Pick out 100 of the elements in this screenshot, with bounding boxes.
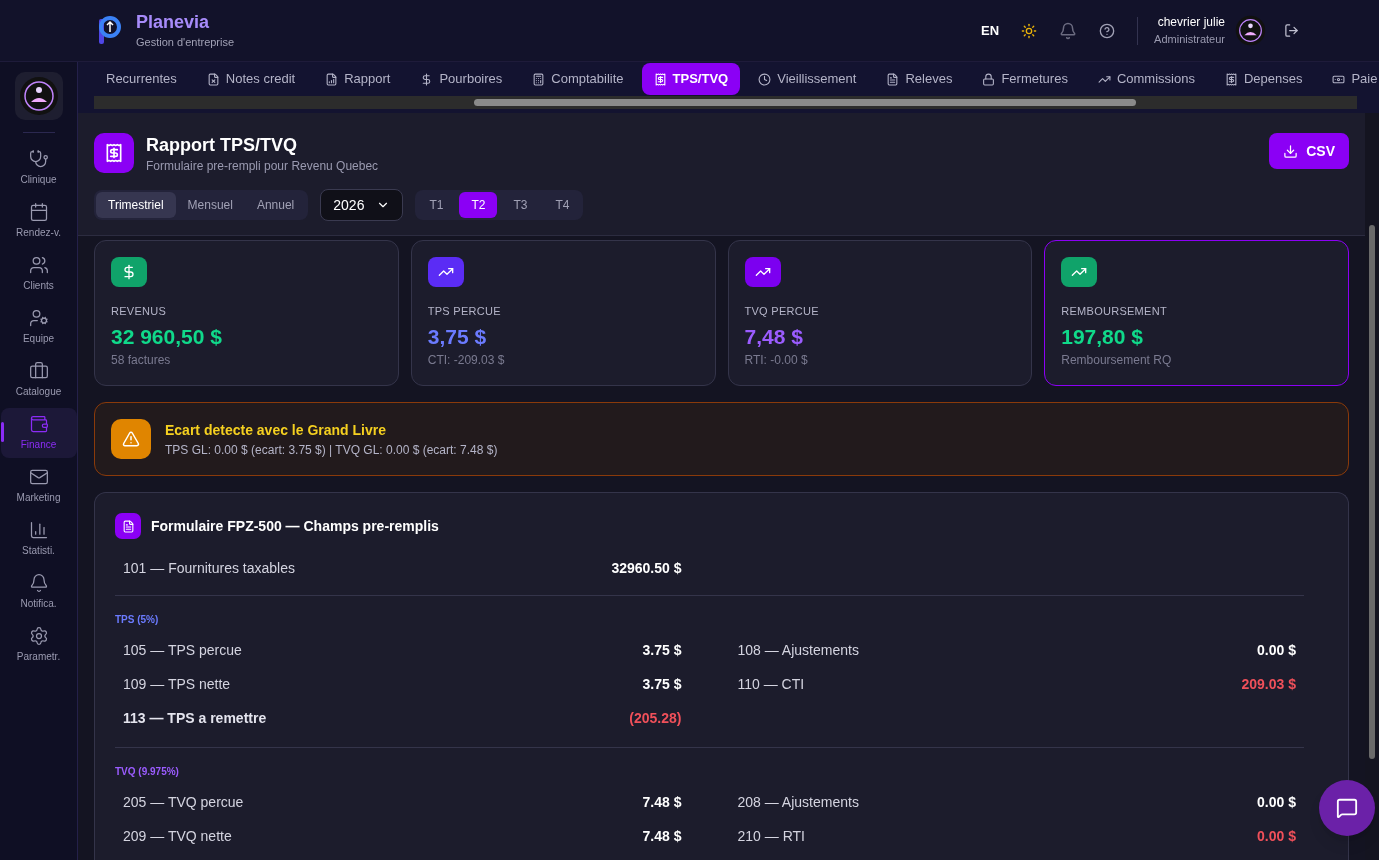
logo-icon: [96, 15, 122, 46]
notification-icon[interactable]: [1059, 21, 1078, 40]
alert-title: Ecart detecte avec le Grand Livre: [165, 420, 387, 440]
sidebar-item[interactable]: Rendez-v.: [0, 195, 77, 246]
receipt-icon: [104, 143, 124, 163]
tab[interactable]: Recurrentes: [94, 63, 189, 95]
field-value: 0.00 $: [1257, 826, 1296, 846]
logout-icon[interactable]: [1284, 23, 1299, 38]
tab[interactable]: Releves: [874, 63, 965, 95]
period-option[interactable]: Annuel: [244, 192, 307, 218]
bar-chart-icon: [28, 519, 49, 540]
sidebar-item[interactable]: Catalogue: [0, 354, 77, 405]
vertical-scrollbar[interactable]: [1365, 113, 1379, 860]
user-gear-icon: [28, 307, 49, 328]
document-icon: [121, 519, 135, 533]
field-value: 0.00 $: [1257, 640, 1296, 660]
field-value: (205.28): [629, 708, 682, 728]
sidebar-item[interactable]: Clients: [0, 248, 77, 299]
active-indicator: [0, 421, 4, 442]
quarter-option[interactable]: T1: [417, 192, 456, 218]
field-label: 108 — Ajustements: [737, 640, 859, 660]
language-button[interactable]: EN: [981, 20, 1000, 41]
help-icon[interactable]: [1099, 22, 1116, 39]
form-title: Formulaire FPZ-500 — Champs pre-remplis: [151, 516, 439, 536]
tab[interactable]: TPS/TVQ: [641, 63, 741, 95]
field-label: 109 — TPS nette: [123, 674, 231, 694]
calculator-icon: [532, 72, 546, 86]
tab[interactable]: Fermetures: [970, 63, 1080, 95]
stat-value: 3,75 $: [427, 324, 488, 350]
page-title: Rapport TPS/TVQ: [146, 134, 298, 157]
field-value: 209.03 $: [1241, 674, 1296, 694]
brand-name: Planevia: [136, 11, 211, 35]
field-value: 0.00 $: [1257, 792, 1296, 812]
sidebar-item[interactable]: Clinique: [0, 142, 77, 193]
sidebar-item[interactable]: Parametr.: [0, 619, 77, 670]
settings-icon: [28, 625, 49, 646]
field-label: 208 — Ajustements: [737, 792, 859, 812]
field-value: 3.75 $: [642, 674, 682, 694]
sidebar-item[interactable]: Statisti.: [0, 513, 77, 564]
dollar-icon: [121, 263, 137, 280]
user-role: Administrateur: [1154, 32, 1225, 48]
receipt-icon: [1224, 72, 1238, 86]
section-heading: TPS (5%): [115, 613, 160, 627]
field-label: 210 — RTI: [737, 826, 805, 846]
tab[interactable]: Notes credit: [194, 63, 308, 95]
stat-label: REMBOURSEMENT: [1061, 303, 1168, 319]
tab[interactable]: Pourboires: [408, 63, 515, 95]
receipt-icon: [653, 72, 667, 86]
quarter-option[interactable]: T2: [459, 192, 498, 218]
sidebar-item[interactable]: Equipe: [0, 301, 77, 352]
lock-icon: [982, 72, 996, 86]
quarter-option[interactable]: T4: [543, 192, 582, 218]
year-select[interactable]: 2026: [320, 189, 404, 221]
file-chart-icon: [325, 72, 339, 86]
tab[interactable]: Depenses: [1212, 63, 1315, 95]
stat-label: TPS PERCUE: [427, 303, 502, 319]
tab[interactable]: Rapport: [313, 63, 403, 95]
tab[interactable]: Vieillissement: [746, 63, 869, 95]
stat-label: TVQ PERCUE: [744, 303, 820, 319]
user-name: chevrier julie: [1157, 14, 1225, 32]
sidebar-item[interactable]: Marketing: [0, 460, 77, 511]
stat-label: REVENUS: [111, 303, 168, 319]
clinic-logo-icon: [18, 76, 59, 116]
horizontal-scrollbar[interactable]: [94, 96, 1357, 109]
brand-subtitle: Gestion d'entreprise: [136, 35, 235, 51]
field-value: 7.48 $: [642, 826, 682, 846]
period-option[interactable]: Trimestriel: [96, 192, 176, 218]
clock-icon: [758, 72, 772, 86]
briefcase-icon: [28, 360, 49, 381]
stethoscope-icon: [28, 148, 49, 169]
alert-text: TPS GL: 0.00 $ (ecart: 3.75 $) | TVQ GL: 0.00 $ (ecart: 7.48 $): [165, 441, 498, 459]
users-icon: [28, 254, 49, 275]
stat-note: CTI: -209.03 $: [427, 352, 506, 369]
field-label: 110 — CTI: [737, 674, 805, 694]
calendar-icon: [28, 201, 49, 222]
field-label: 209 — TVQ nette: [123, 826, 232, 846]
bell-icon: [28, 572, 49, 593]
stat-note: Remboursement RQ: [1061, 352, 1173, 369]
field-label: 105 — TPS percue: [123, 640, 242, 660]
stat-value: 7,48 $: [744, 324, 804, 350]
tab[interactable]: Paie: [1320, 63, 1379, 95]
csv-button[interactable]: CSV: [1269, 133, 1349, 169]
field-label: 101 — Fournitures taxables: [123, 558, 295, 578]
page-subtitle: Formulaire pre-rempli pour Revenu Quebec: [146, 158, 379, 175]
sidebar-item[interactable]: Notifica.: [0, 566, 77, 617]
quarter-option[interactable]: T3: [501, 192, 540, 218]
document-icon: [886, 72, 900, 86]
file-x-icon: [206, 72, 220, 86]
tab[interactable]: Comptabilite: [520, 63, 636, 95]
field-value: 32960.50 $: [611, 558, 682, 578]
stat-value: 32 960,50 $: [111, 324, 223, 350]
download-icon: [1283, 143, 1299, 159]
tab[interactable]: Commissions: [1085, 63, 1207, 95]
user-avatar: [1235, 15, 1266, 46]
clinic-logo[interactable]: [14, 72, 63, 120]
period-option[interactable]: Mensuel: [175, 192, 245, 218]
stat-note: 58 factures: [111, 352, 172, 369]
theme-sun-icon[interactable]: [1021, 22, 1038, 39]
stat-note: RTI: -0.00 $: [744, 352, 809, 369]
field-value: 7.48 $: [642, 792, 682, 812]
